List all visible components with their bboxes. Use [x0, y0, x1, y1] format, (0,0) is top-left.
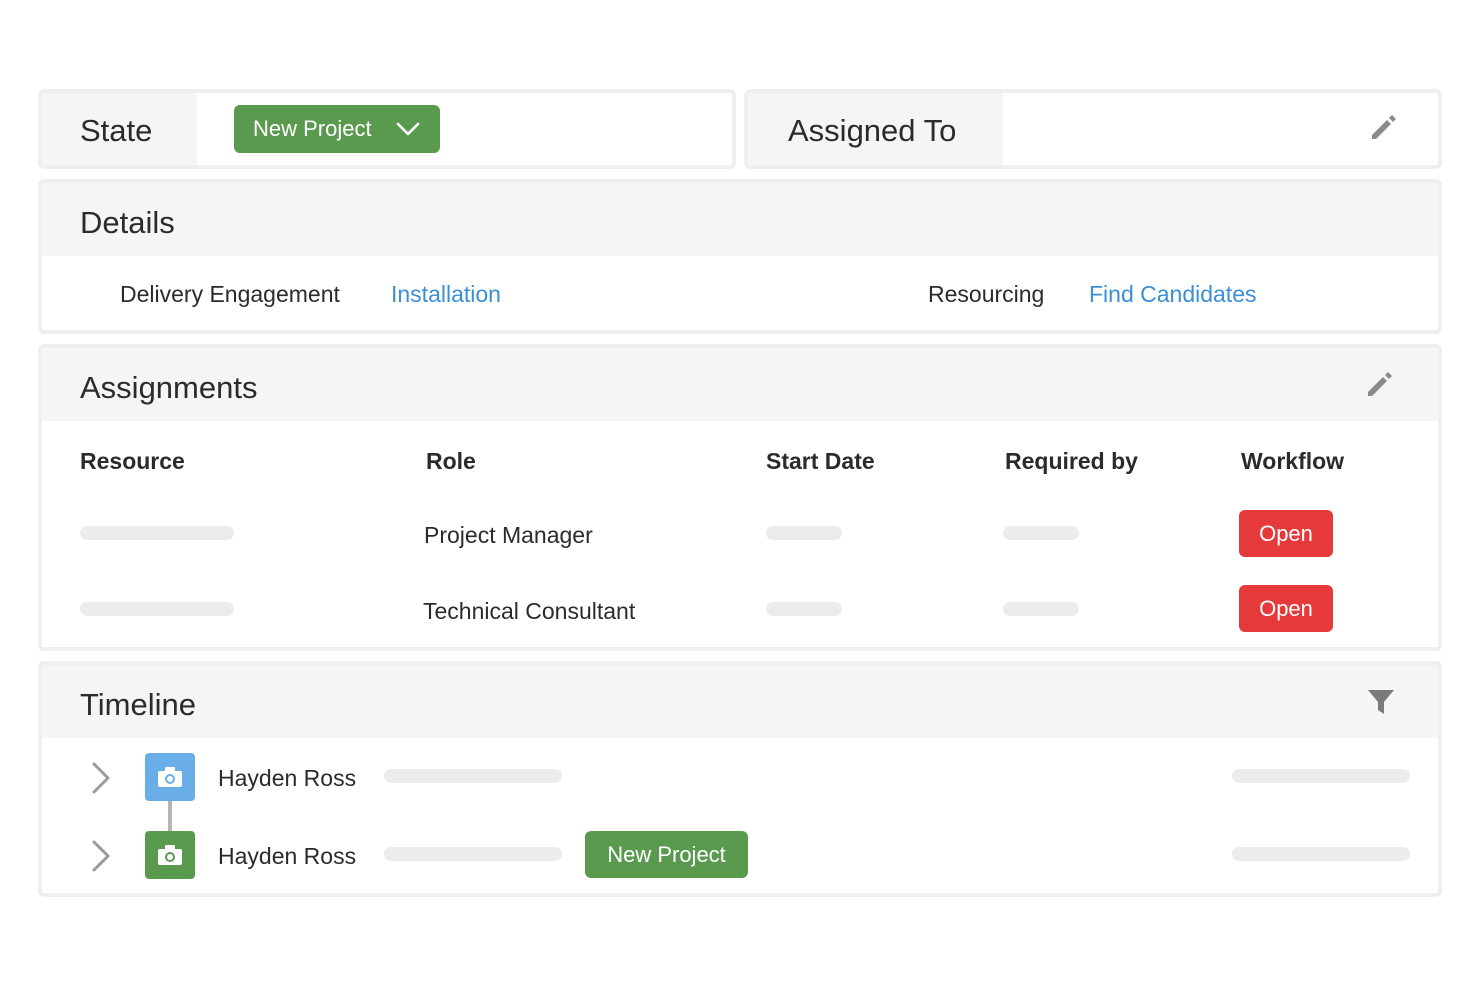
timeline-header: Timeline	[42, 665, 1438, 738]
assigned-label-cell: Assigned To	[748, 93, 1003, 165]
start-date-placeholder	[766, 602, 842, 616]
timeline-title: Timeline	[80, 687, 196, 722]
state-dropdown[interactable]: New Project	[234, 105, 440, 153]
resource-placeholder	[80, 526, 234, 540]
timeline-item-name: Hayden Ross	[218, 843, 357, 869]
details-header: Details	[42, 183, 1438, 256]
state-panel: State New Project	[38, 89, 736, 169]
start-date-placeholder	[766, 526, 842, 540]
column-header-start-date: Start Date	[766, 448, 875, 474]
state-label-cell: State	[42, 93, 197, 165]
state-dropdown-value: New Project	[253, 116, 372, 141]
role-cell: Technical Consultant	[423, 598, 636, 624]
column-header-required-by: Required by	[1005, 448, 1138, 474]
workflow-open-button[interactable]: Open	[1239, 585, 1333, 632]
details-panel: Details Delivery Engagement Installation…	[38, 179, 1442, 334]
state-label: State	[80, 113, 153, 148]
workflow-open-button[interactable]: Open	[1239, 510, 1333, 557]
timeline-detail-placeholder	[384, 769, 562, 783]
column-header-role: Role	[426, 448, 476, 474]
filter-icon[interactable]	[1366, 687, 1396, 717]
timeline-date-placeholder	[1232, 769, 1410, 783]
assigned-panel: Assigned To	[744, 89, 1442, 169]
timeline-state-badge: New Project	[585, 831, 748, 878]
delivery-engagement-link[interactable]: Installation	[391, 281, 501, 308]
column-header-resource: Resource	[80, 448, 185, 474]
edit-pencil-icon[interactable]	[1368, 111, 1400, 143]
required-by-placeholder	[1003, 602, 1079, 616]
assignments-title: Assignments	[80, 370, 258, 405]
timeline-connector	[168, 801, 172, 833]
assignments-header: Assignments	[42, 348, 1438, 421]
timeline-item-name: Hayden Ross	[218, 765, 357, 791]
camera-icon	[145, 753, 195, 801]
chevron-right-icon[interactable]	[90, 761, 112, 795]
camera-icon	[145, 831, 195, 879]
timeline-date-placeholder	[1232, 847, 1410, 861]
assignments-panel: Assignments Resource Role Start Date Req…	[38, 344, 1442, 651]
details-title: Details	[80, 205, 175, 240]
chevron-down-icon	[396, 122, 420, 136]
resourcing-link[interactable]: Find Candidates	[1089, 281, 1257, 308]
assigned-label: Assigned To	[788, 113, 957, 148]
required-by-placeholder	[1003, 526, 1079, 540]
timeline-panel: Timeline Hayden Ross Hayden Ross New Pro…	[38, 661, 1442, 897]
timeline-detail-placeholder	[384, 847, 562, 861]
edit-pencil-icon[interactable]	[1364, 368, 1396, 400]
resourcing-label: Resourcing	[928, 281, 1045, 307]
resource-placeholder	[80, 602, 234, 616]
chevron-right-icon[interactable]	[90, 839, 112, 873]
delivery-engagement-label: Delivery Engagement	[120, 281, 340, 307]
role-cell: Project Manager	[424, 522, 593, 548]
column-header-workflow: Workflow	[1241, 448, 1345, 474]
